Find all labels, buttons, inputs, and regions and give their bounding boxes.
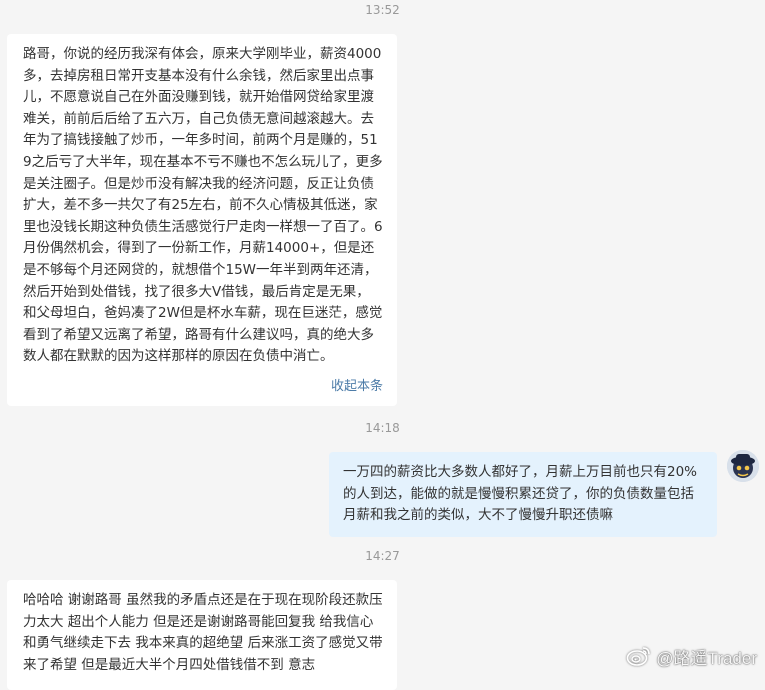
collapse-message-link[interactable]: 收起本条	[23, 378, 383, 396]
weibo-logo-icon	[626, 647, 651, 666]
watermark: @路遥Trader	[626, 643, 757, 669]
message-text: 一万四的薪资比大多数人都好了，月薪上万目前也只有20%的人到达，能做的就是慢慢积…	[343, 464, 698, 524]
timestamp: 14:27	[365, 549, 400, 563]
watermark-text: @路遥Trader	[656, 648, 757, 668]
message-text: 路哥，你说的经历我深有体会，原来大学刚毕业，薪资4000多，去掉房租日常开支基本…	[23, 46, 383, 365]
user-avatar-icon[interactable]	[727, 450, 759, 482]
message-text: 哈哈哈 谢谢路哥 虽然我的矛盾点还是在于现在现阶段还款压力太大 超出个人能力 但…	[23, 592, 383, 673]
timestamp: 14:18	[365, 421, 400, 435]
message-bubble-incoming: 路哥，你说的经历我深有体会，原来大学刚毕业，薪资4000多，去掉房租日常开支基本…	[7, 34, 397, 406]
timestamp: 13:52	[365, 3, 400, 17]
message-bubble-outgoing: 一万四的薪资比大多数人都好了，月薪上万目前也只有20%的人到达，能做的就是慢慢积…	[329, 452, 717, 537]
avatar-image	[727, 450, 759, 482]
